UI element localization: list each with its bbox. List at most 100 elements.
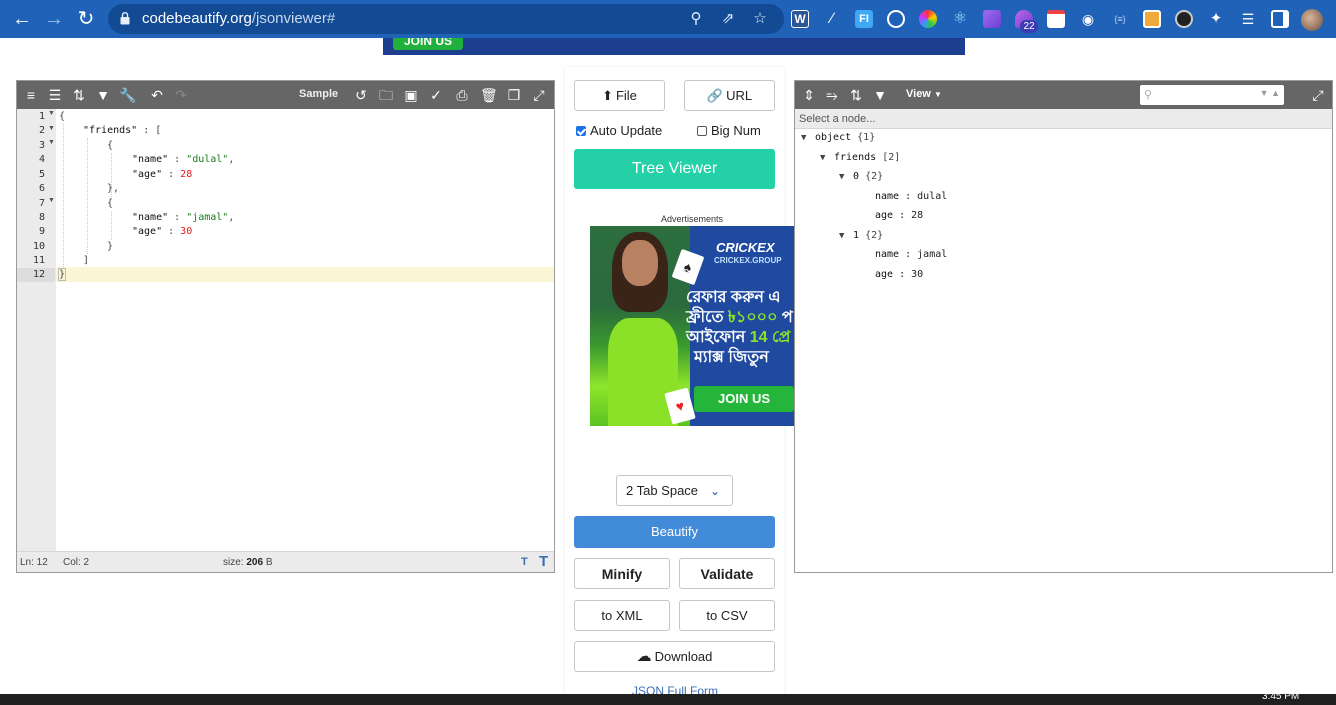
tree-node-friends[interactable]: ▼ friends [2] — [820, 149, 900, 167]
bookmark-star-icon[interactable]: ☆ — [752, 11, 768, 27]
history-icon[interactable]: ↺ — [353, 87, 369, 103]
back-arrow-icon[interactable]: ← — [9, 7, 35, 31]
media-queue-icon[interactable]: ☰ — [1239, 10, 1257, 28]
download-button[interactable]: ☁ Download — [574, 641, 775, 672]
expand-triangle-icon[interactable]: ▼ — [801, 129, 815, 147]
crickex-advertisement[interactable]: ♠ ♥ CRICKEX CRICKEX.GROUP রেফার করুন এ ফ… — [590, 226, 795, 426]
large-text-size-icon[interactable]: T — [539, 553, 548, 570]
line-number: 6 — [39, 183, 46, 194]
tree-leaf[interactable]: name : dulal — [875, 188, 947, 206]
small-text-size-icon[interactable]: T — [521, 556, 528, 568]
save-icon[interactable]: ▣ — [403, 87, 419, 103]
auto-update-checkbox[interactable]: Auto Update — [576, 123, 662, 138]
react-extension-icon[interactable]: ⚛ — [951, 10, 969, 28]
search-icon: ⚲ — [1144, 89, 1153, 101]
trash-icon[interactable]: 🗑 — [480, 87, 498, 103]
check-icon[interactable]: ✓ — [428, 87, 444, 103]
fullscreen-icon[interactable]: ⤢ — [531, 87, 547, 103]
big-num-check[interactable] — [697, 126, 707, 136]
code-editor-area[interactable]: { "friends" : [ { "name" : "dulal", "age… — [56, 109, 554, 551]
tree-count: {1} — [857, 132, 876, 143]
puzzle-extensions-icon[interactable]: ✦ — [1207, 10, 1225, 28]
orange-extension-icon[interactable] — [1143, 10, 1161, 28]
beautify-button[interactable]: Beautify — [574, 516, 775, 548]
download-button-label: Download — [654, 649, 713, 664]
tree-key: 1 — [853, 230, 860, 241]
tree-node-item-1[interactable]: ▼ 1 {2} — [839, 227, 883, 245]
copy-icon[interactable]: ❐ — [506, 87, 522, 103]
code-line: ] — [83, 254, 89, 268]
expand-all-icon[interactable]: ⇕ — [801, 87, 817, 103]
undo-icon[interactable]: ↶ — [149, 87, 165, 103]
code-punct: : — [162, 169, 181, 180]
url-button-label: URL — [726, 88, 753, 103]
big-num-checkbox[interactable]: Big Num — [697, 123, 761, 138]
to-csv-button[interactable]: to CSV — [679, 600, 775, 631]
sample-button[interactable]: Sample — [299, 88, 338, 100]
color-wheel-extension-icon[interactable] — [919, 10, 937, 28]
folder-icon[interactable]: 🗀 — [378, 87, 394, 103]
filter-icon[interactable]: ▼ — [95, 87, 111, 103]
calendar-extension-icon[interactable] — [1047, 10, 1065, 28]
dark-circle-extension-icon[interactable] — [1175, 10, 1193, 28]
zoom-icon[interactable]: ⚲ — [688, 11, 704, 27]
camera-extension-icon[interactable]: ◉ — [1079, 10, 1097, 28]
share-icon[interactable]: ⇗ — [720, 11, 736, 27]
tree-node-item-0[interactable]: ▼ 0 {2} — [839, 168, 883, 186]
side-panel-icon[interactable] — [1271, 10, 1289, 28]
to-xml-button[interactable]: to XML — [574, 600, 670, 631]
filter-icon[interactable]: ▼ — [872, 87, 888, 103]
tree-leaf[interactable]: age : 30 — [875, 266, 923, 284]
wrench-icon[interactable]: 🔧 — [119, 87, 136, 103]
word-extension-icon[interactable]: W — [791, 10, 809, 28]
gem-extension-icon[interactable] — [983, 10, 1001, 28]
expand-triangle-icon[interactable]: ▼ — [839, 227, 853, 245]
profile-avatar[interactable] — [1301, 9, 1323, 31]
eyedropper-extension-icon[interactable]: ∕ — [823, 10, 841, 28]
json-editor: ≡ ☰ ⇅ ▼ 🔧 ↶ ↷ Sample ↺ 🗀 ▣ ✓ ⎙ 🗑 ❐ ⤢ 1 2… — [16, 80, 555, 573]
forward-arrow-icon[interactable]: → — [41, 7, 67, 31]
reload-icon[interactable]: ↻ — [73, 7, 99, 31]
code-key: "name" — [132, 212, 169, 223]
sort-icon[interactable]: ⇅ — [71, 87, 87, 103]
browser-toolbar: ← → ↻ codebeautify.org/jsonviewer# ⚲ ⇗ ☆… — [0, 0, 1336, 38]
format-icon[interactable]: ≡ — [23, 87, 39, 103]
url-button[interactable]: 🔗 URL — [684, 80, 775, 111]
indent-guide — [87, 138, 88, 254]
minify-button[interactable]: Minify — [574, 558, 670, 589]
search-next-prev-icon[interactable]: ▼ ▲ — [1260, 88, 1280, 98]
view-menu[interactable]: View ▼ — [906, 88, 942, 100]
validate-button[interactable]: Validate — [679, 558, 775, 589]
ad-face — [622, 240, 658, 286]
collapse-all-icon[interactable]: ⥱ — [824, 87, 840, 103]
sort-icon[interactable]: ⇅ — [848, 87, 864, 103]
tree-leaf[interactable]: name : jamal — [875, 246, 947, 264]
fullscreen-icon[interactable]: ⤢ — [1310, 87, 1326, 103]
editor-status-bar: Ln: 12 Col: 2 size: 206 B T T — [17, 551, 554, 572]
address-bar[interactable]: codebeautify.org/jsonviewer# ⚲ ⇗ ☆ — [108, 4, 784, 34]
tree-search-input[interactable]: ⚲ ▼ ▲ — [1140, 85, 1284, 105]
code-line: }, — [107, 182, 119, 196]
redo-icon[interactable]: ↷ — [173, 87, 189, 103]
json-extension-icon[interactable]: {≡} — [1111, 10, 1129, 28]
ad-join-button[interactable]: JOIN US — [694, 386, 794, 412]
tree-node-root[interactable]: ▼ object {1} — [801, 129, 875, 147]
tree-key: friends — [834, 152, 877, 163]
expand-triangle-icon[interactable]: ▼ — [839, 168, 853, 186]
line-number: 4 — [39, 154, 46, 165]
tab-space-select[interactable]: 2 Tab Space ⌄ — [616, 475, 733, 506]
expand-triangle-icon[interactable]: ▼ — [820, 149, 834, 167]
compass-extension-icon[interactable] — [887, 10, 905, 28]
top-banner-ad[interactable]: JOIN US — [383, 38, 965, 55]
ad-brand: CRICKEX — [716, 240, 775, 255]
top-ad-join-button[interactable]: JOIN US — [393, 38, 463, 50]
code-line: } — [57, 268, 67, 282]
print-icon[interactable]: ⎙ — [454, 87, 470, 103]
file-button[interactable]: ⬆ File — [574, 80, 665, 111]
active-line-highlight — [56, 267, 554, 282]
tree-viewer-button[interactable]: Tree Viewer — [574, 149, 775, 189]
auto-update-check[interactable] — [576, 126, 586, 136]
tree-leaf[interactable]: age : 28 — [875, 207, 923, 225]
fi-extension-icon[interactable]: FI — [855, 10, 873, 28]
compact-icon[interactable]: ☰ — [47, 87, 63, 103]
